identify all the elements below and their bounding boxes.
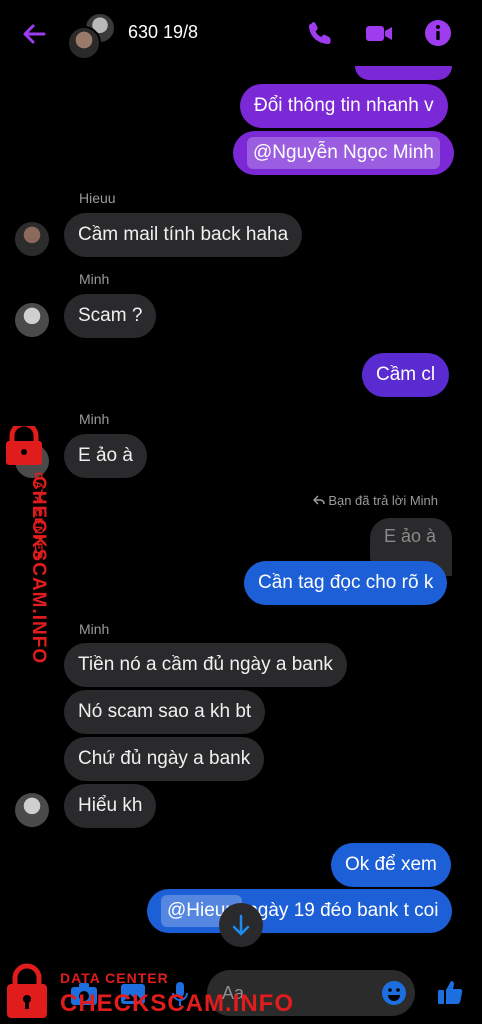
sender-name: Hieuu xyxy=(79,190,116,206)
message-bubble-partial[interactable] xyxy=(355,66,452,80)
avatar[interactable] xyxy=(15,793,49,827)
message-text: Chứ đủ ngày a bank xyxy=(78,748,251,769)
message-text: Nó scam sao a kh bt xyxy=(78,701,252,722)
watermark-brand: CHECKSCAM.INFO xyxy=(60,990,294,1017)
message-bubble-incoming[interactable]: Tiền nó a cầm đủ ngày a bank xyxy=(64,643,347,687)
chat-title[interactable]: 630 19/8 xyxy=(128,22,198,43)
message-bubble-incoming[interactable]: Cầm mail tính back haha xyxy=(64,213,303,257)
message-bubble-outgoing[interactable]: @Nguyễn Ngọc Minh xyxy=(233,131,454,175)
reply-icon xyxy=(312,495,325,505)
message-bubble-incoming[interactable]: Chứ đủ ngày a bank xyxy=(64,737,265,781)
mention[interactable]: @Nguyễn Ngọc Minh xyxy=(247,137,440,169)
sender-name: Minh xyxy=(79,621,110,637)
message-bubble-outgoing[interactable]: Ok để xem xyxy=(331,843,451,887)
message-bubble-incoming[interactable]: Scam ? xyxy=(64,294,157,338)
reply-note-text: Bạn đã trả lời Minh xyxy=(328,493,438,508)
sender-name: Minh xyxy=(79,271,110,287)
watermark-label: DATA CENTER xyxy=(32,472,44,560)
thumbs-up-icon[interactable] xyxy=(436,978,464,1006)
message-text: ngày 19 đéo bank t coi xyxy=(247,900,439,921)
emoji-icon[interactable] xyxy=(381,980,407,1006)
avatar[interactable] xyxy=(67,26,101,60)
chevron-down-icon xyxy=(232,914,250,936)
message-text: Hiểu kh xyxy=(78,795,143,816)
phone-icon[interactable] xyxy=(305,18,335,48)
lock-icon xyxy=(6,426,42,465)
message-bubble-outgoing[interactable]: Cần tag đọc cho rõ k xyxy=(244,561,448,605)
info-icon[interactable] xyxy=(423,18,453,48)
reply-note: Bạn đã trả lời Minh xyxy=(312,493,438,508)
scroll-down-button[interactable] xyxy=(219,903,263,947)
message-text: Ok để xem xyxy=(345,854,437,875)
avatar[interactable] xyxy=(15,222,49,256)
back-arrow-icon[interactable] xyxy=(18,18,50,50)
message-text: Cầm mail tính back haha xyxy=(78,224,289,245)
watermark-label: DATA CENTER xyxy=(60,970,169,986)
message-bubble-outgoing[interactable]: @Hieuu ngày 19 đéo bank t coi xyxy=(147,889,453,933)
sender-name: Minh xyxy=(79,411,110,427)
quoted-text: E ảo à xyxy=(384,526,437,546)
message-bubble-outgoing[interactable]: Cầm cl xyxy=(362,353,450,397)
message-bubble-incoming[interactable]: Nó scam sao a kh bt xyxy=(64,690,266,734)
message-text: Tiền nó a cầm đủ ngày a bank xyxy=(78,654,333,675)
avatar[interactable] xyxy=(15,303,49,337)
lock-icon xyxy=(7,963,47,1018)
message-text: Cầm cl xyxy=(376,364,436,385)
message-text: Cần tag đọc cho rõ k xyxy=(258,572,434,593)
message-bubble-incoming[interactable]: Hiểu kh xyxy=(64,784,157,828)
message-text: E ảo à xyxy=(78,445,133,466)
video-icon[interactable] xyxy=(364,18,394,48)
message-text: Scam ? xyxy=(78,305,143,326)
message-text: Đổi thông tin nhanh v xyxy=(254,95,434,116)
message-bubble-outgoing[interactable]: Đổi thông tin nhanh v xyxy=(240,84,448,128)
message-bubble-incoming[interactable]: E ảo à xyxy=(64,434,147,478)
